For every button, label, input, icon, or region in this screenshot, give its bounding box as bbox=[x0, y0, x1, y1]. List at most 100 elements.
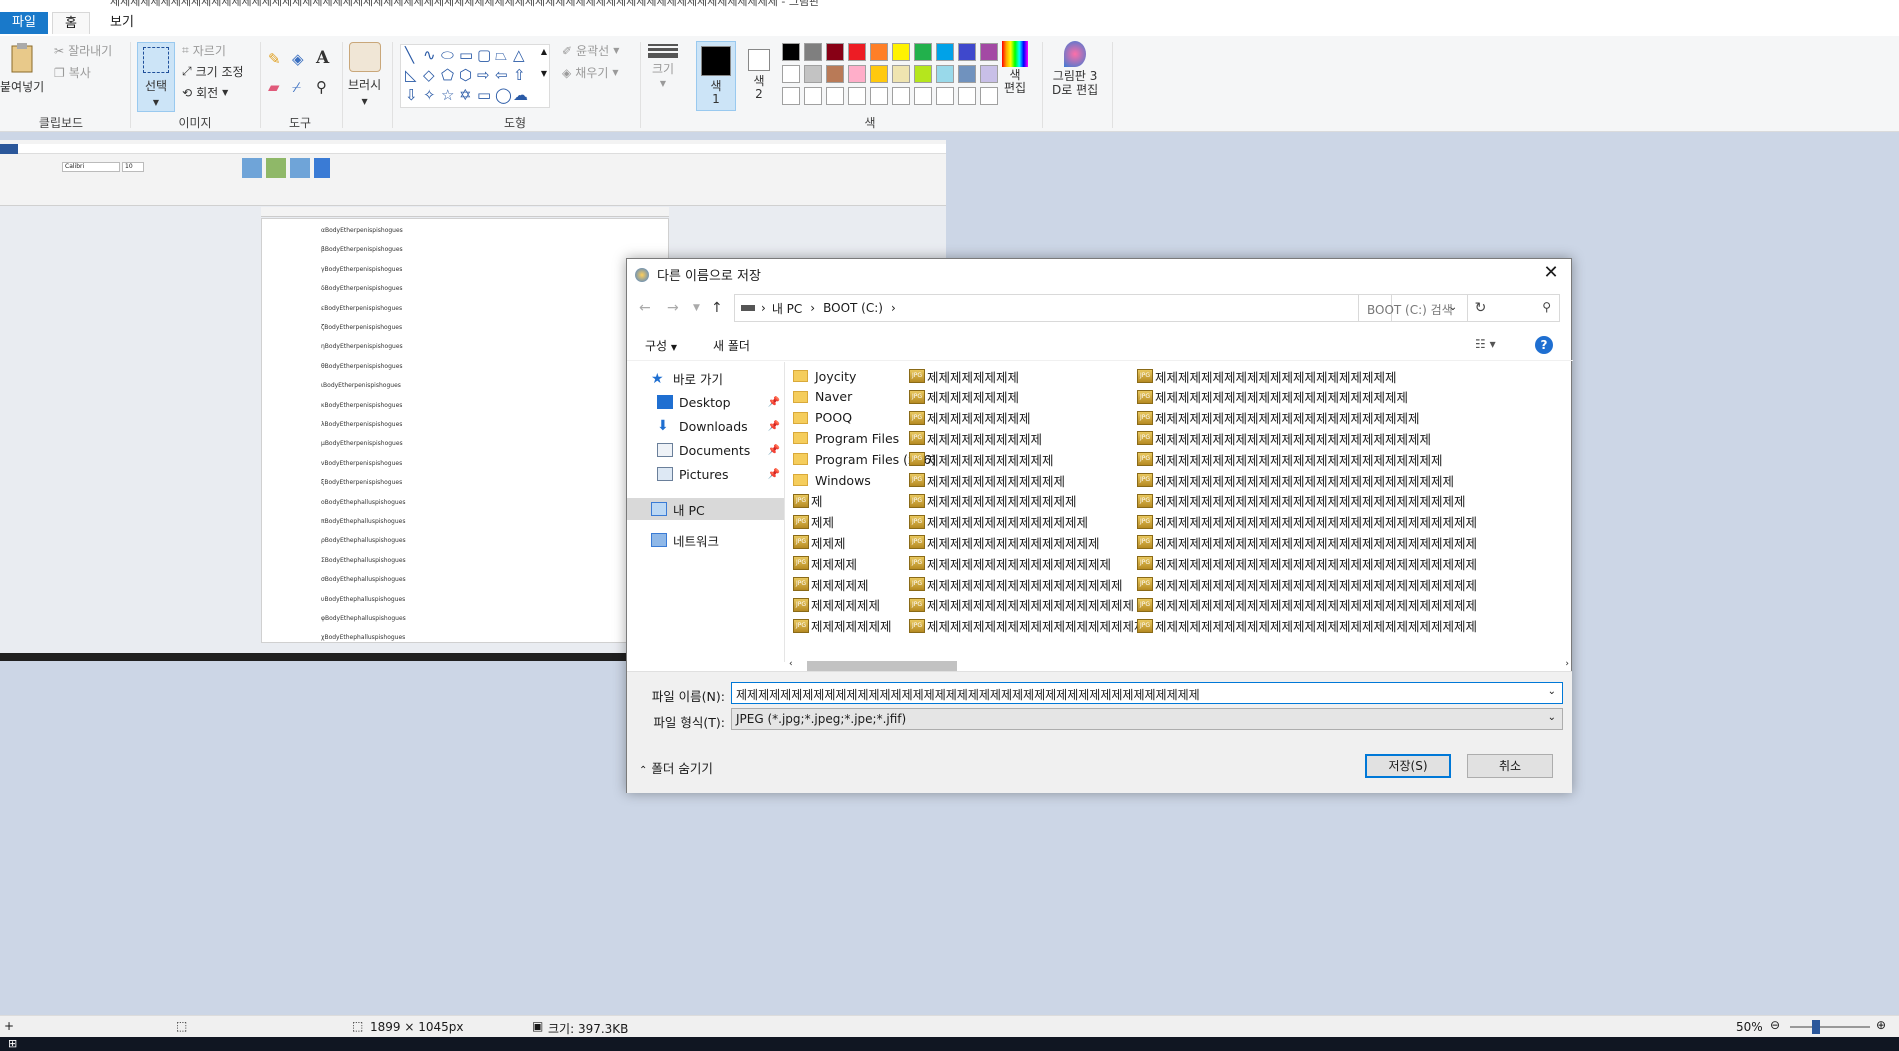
scroll-right-icon[interactable]: › bbox=[1565, 659, 1569, 669]
zoom-out-icon[interactable]: ⊖ bbox=[1770, 1018, 1780, 1032]
fill-bucket-icon[interactable]: ◈ bbox=[292, 50, 304, 68]
file-item[interactable]: JPG 제제제제제제제제제제제제 bbox=[909, 470, 1065, 490]
filetype-select[interactable]: JPEG (*.jpg;*.jpeg;*.jpe;*.jfif) ⌄ bbox=[731, 708, 1563, 730]
breadcrumb-drive[interactable]: BOOT (C:) bbox=[823, 301, 883, 315]
color1-button[interactable]: 색 1 bbox=[696, 41, 736, 111]
file-item[interactable]: JPG 제제제제제제제제제제제제제제제제제제제제제제제제제제제제 bbox=[1137, 616, 1477, 636]
save-button[interactable]: 저장(S) bbox=[1365, 754, 1451, 778]
file-item[interactable]: POOQ bbox=[793, 408, 852, 428]
nav-downloads[interactable]: ⬇ Downloads 📌 bbox=[627, 415, 784, 437]
magnifier-icon[interactable]: ⚲ bbox=[316, 78, 327, 96]
file-item[interactable]: JPG 제제제제제제제제제제제제제제제제제제제제제제제제제제제제 bbox=[1137, 532, 1477, 552]
file-item[interactable]: JPG 제 bbox=[793, 491, 823, 511]
eraser-icon[interactable]: ▰ bbox=[268, 78, 280, 96]
file-item[interactable]: JPG 제제제제제제제제제 bbox=[909, 408, 1031, 428]
file-item[interactable]: JPG 제제제제 bbox=[793, 553, 857, 573]
cloud-shape-icon[interactable]: ☁ bbox=[513, 88, 528, 103]
nav-network[interactable]: 네트워크 bbox=[627, 529, 784, 551]
paste-button[interactable]: 붙여넣기 bbox=[0, 42, 44, 95]
file-item[interactable]: JPG 제제 bbox=[793, 512, 834, 532]
file-item[interactable]: JPG 제제제제제제제제제제제제제제제제제제제제제제제 bbox=[1137, 408, 1420, 428]
tab-view[interactable]: 보기 bbox=[98, 12, 146, 34]
up-arrow-shape-icon[interactable]: ⇧ bbox=[513, 68, 526, 83]
palette-swatch[interactable] bbox=[958, 65, 976, 83]
file-item[interactable]: Joycity bbox=[793, 366, 856, 386]
cancel-button[interactable]: 취소 bbox=[1467, 754, 1553, 778]
palette-swatch[interactable] bbox=[826, 43, 844, 61]
file-item[interactable]: JPG 제제제제제제 bbox=[793, 595, 880, 615]
file-item[interactable]: JPG 제제제제제제제제제제제제제제제제 bbox=[909, 553, 1111, 573]
callout-oval-shape-icon[interactable]: ◯ bbox=[495, 88, 512, 103]
file-item[interactable]: JPG 제제제제제제제제제제제제제제제제제제제제제제제제제 bbox=[1137, 449, 1443, 469]
star6-shape-icon[interactable]: ✡ bbox=[459, 88, 472, 103]
custom-color-swatch[interactable] bbox=[804, 87, 822, 105]
up-arrow-icon[interactable]: ↑ bbox=[711, 300, 723, 316]
nav-desktop[interactable]: Desktop 📌 bbox=[627, 391, 784, 413]
file-item[interactable]: JPG 제제제제제제제제 bbox=[909, 387, 1019, 407]
palette-swatch[interactable] bbox=[980, 43, 998, 61]
view-options-icon[interactable]: ☷ ▾ bbox=[1475, 337, 1496, 351]
address-bar[interactable]: › 내 PC › BOOT (C:) › ⌄ ↻ bbox=[734, 294, 1486, 322]
diamond-shape-icon[interactable]: ◇ bbox=[423, 68, 435, 83]
palette-swatch[interactable] bbox=[958, 43, 976, 61]
outline-button[interactable]: ✐ 윤곽선 ▼ bbox=[562, 42, 619, 59]
file-item[interactable]: Windows bbox=[793, 470, 871, 490]
brushes-button[interactable]: 브러시 ▼ bbox=[348, 42, 381, 106]
new-folder-button[interactable]: 새 폴더 bbox=[713, 337, 750, 354]
select-button[interactable]: 선택 ▼ bbox=[137, 42, 175, 112]
tab-file[interactable]: 파일 bbox=[0, 12, 48, 34]
pencil-icon[interactable]: ✎ bbox=[268, 50, 281, 68]
star5-shape-icon[interactable]: ☆ bbox=[441, 88, 454, 103]
oval-shape-icon[interactable]: ⬭ bbox=[441, 48, 454, 63]
custom-color-swatch[interactable] bbox=[870, 87, 888, 105]
close-icon[interactable]: ✕ bbox=[1539, 261, 1563, 285]
triangle-shape-icon[interactable]: △ bbox=[513, 48, 525, 63]
scroll-down-icon[interactable]: ▼ bbox=[541, 69, 547, 78]
hexagon-shape-icon[interactable]: ⬡ bbox=[459, 68, 472, 83]
palette-swatch[interactable] bbox=[870, 65, 888, 83]
breadcrumb-mypc[interactable]: 내 PC bbox=[772, 300, 802, 317]
palette-swatch[interactable] bbox=[804, 43, 822, 61]
resize-button[interactable]: ⤢ 크기 조정 bbox=[182, 63, 244, 80]
color-picker-icon[interactable]: ⌿ bbox=[292, 78, 301, 96]
palette-swatch[interactable] bbox=[980, 65, 998, 83]
file-item[interactable]: JPG 제제제제제제제제제제제제제제제제제제제제제제제제제제제 bbox=[1137, 491, 1466, 511]
rect-shape-icon[interactable]: ▭ bbox=[459, 48, 473, 63]
custom-color-swatch[interactable] bbox=[914, 87, 932, 105]
file-item[interactable]: JPG 제제제제제제제제제제제제제제제제제제제제제제제제제제제제 bbox=[1137, 574, 1477, 594]
text-tool-icon[interactable]: A bbox=[316, 48, 329, 68]
copy-button[interactable]: ❐ 복사 bbox=[54, 64, 91, 81]
file-item[interactable]: JPG 제제제제제제제제제제제제제제제제제제제제제제 bbox=[1137, 387, 1408, 407]
color2-button[interactable]: 색 2 bbox=[742, 41, 776, 111]
cut-button[interactable]: ✂ 잘라내기 bbox=[54, 42, 112, 59]
hide-folders-button[interactable]: ⌃ 폴더 숨기기 bbox=[639, 758, 713, 777]
palette-swatch[interactable] bbox=[782, 43, 800, 61]
organize-button[interactable]: 구성 ▼ bbox=[645, 337, 677, 354]
left-arrow-shape-icon[interactable]: ⇦ bbox=[495, 68, 508, 83]
right-triangle-shape-icon[interactable]: ◺ bbox=[405, 68, 417, 83]
zoom-slider-thumb[interactable] bbox=[1812, 1020, 1820, 1034]
tab-home[interactable]: 홈 bbox=[52, 12, 90, 34]
edit-colors-button[interactable]: 색 편집 bbox=[1002, 41, 1028, 95]
file-item[interactable]: Naver bbox=[793, 387, 852, 407]
file-item[interactable]: JPG 제제제 bbox=[793, 532, 846, 552]
custom-color-swatch[interactable] bbox=[892, 87, 910, 105]
nav-documents[interactable]: Documents 📌 bbox=[627, 439, 784, 461]
file-item[interactable]: JPG 제제제제제제제제제제 bbox=[909, 428, 1042, 448]
custom-color-swatch[interactable] bbox=[782, 87, 800, 105]
file-item[interactable]: JPG 제제제제제제제제 bbox=[909, 366, 1019, 386]
palette-swatch[interactable] bbox=[914, 43, 932, 61]
palette-swatch[interactable] bbox=[914, 65, 932, 83]
file-item[interactable]: JPG 제제제제제제제제제제제제제제제제제제제제제 bbox=[1137, 366, 1397, 386]
nav-pictures[interactable]: Pictures 📌 bbox=[627, 463, 784, 485]
palette-swatch[interactable] bbox=[936, 65, 954, 83]
shapes-gallery[interactable]: ╲ ∿ ⬭ ▭ ▢ ⏢ △ ◺ ◇ ⬠ ⬡ ⇨ ⇦ ⇧ ⇩ ✧ ☆ ✡ ▭ ◯ … bbox=[400, 44, 550, 108]
back-arrow-icon[interactable]: ← bbox=[639, 300, 651, 316]
size-button[interactable]: 크기 ▼ bbox=[648, 44, 678, 88]
file-item[interactable]: JPG 제제제제제 bbox=[793, 574, 869, 594]
file-item[interactable]: JPG 제제제제제제제제제제제제제 bbox=[909, 491, 1077, 511]
palette-swatch[interactable] bbox=[782, 65, 800, 83]
zoom-in-icon[interactable]: ⊕ bbox=[1876, 1018, 1886, 1032]
file-item[interactable]: JPG 제제제제제제제제제제제제제제제제제 bbox=[909, 574, 1123, 594]
forward-arrow-icon[interactable]: → bbox=[667, 300, 679, 316]
